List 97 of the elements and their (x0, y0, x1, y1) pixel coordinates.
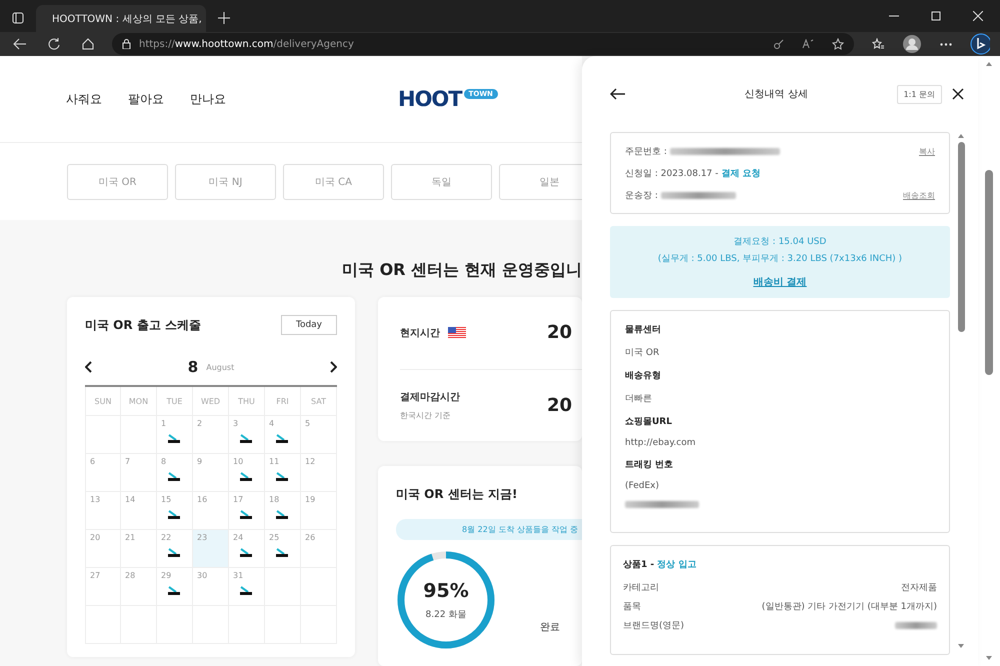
scroll-up-icon[interactable] (958, 134, 964, 138)
nav-link[interactable]: 사줘요 (66, 90, 102, 108)
time-label: 결제마감시간 (400, 390, 460, 404)
back-arrow-icon[interactable] (610, 88, 626, 100)
inquiry-button[interactable]: 1:1 문의 (896, 84, 942, 104)
day-cell[interactable]: 29 (157, 568, 193, 606)
drawer-title: 신청내역 상세 (744, 88, 809, 101)
scrollbar-thumb[interactable] (985, 170, 993, 375)
day-cell[interactable]: 3 (229, 416, 265, 454)
scrollbar-thumb[interactable] (958, 142, 964, 332)
day-cell[interactable]: 11 (265, 454, 301, 492)
day-cell[interactable]: 8 (157, 454, 193, 492)
day-cell[interactable]: 16 (193, 492, 229, 530)
day-cell[interactable]: 15 (157, 492, 193, 530)
info-value: (FedEx) (625, 481, 660, 491)
day-cell[interactable]: 26 (301, 530, 337, 568)
day-cell[interactable]: 24 (229, 530, 265, 568)
day-cell[interactable]: 6 (85, 454, 121, 492)
scroll-down-icon[interactable] (958, 644, 964, 648)
time-label: 현지시간 (400, 326, 440, 340)
star-icon[interactable] (832, 38, 844, 50)
order-label: 신청일 : 2023.08.17 - (625, 168, 718, 180)
day-cell[interactable]: 27 (85, 568, 121, 606)
nav-link[interactable]: 팔아요 (128, 90, 164, 108)
product-label: 브랜드명(영문) (623, 620, 684, 632)
day-cell[interactable]: 17 (229, 492, 265, 530)
month-number: 8 (188, 358, 198, 376)
text-link[interactable]: 배송조회 (903, 190, 935, 200)
address-field[interactable]: https://www.hoottown.com/deliveryAgency (112, 33, 854, 55)
tab-title: HOOTTOWN : 세상의 모든 상품, (52, 12, 202, 26)
day-cell[interactable]: 14 (121, 492, 157, 530)
day-cell[interactable]: 21 (121, 530, 157, 568)
product-label: 품목 (623, 601, 641, 613)
payment-weights: (실무게 : 5.00 LBS, 부피무게 : 3.20 LBS (7x13x6 INCH) ) (658, 253, 902, 265)
center-tab[interactable]: 미국 NJ (175, 164, 276, 200)
order-label: 주문번호 : (625, 146, 667, 158)
day-cell[interactable]: 22 (157, 530, 193, 568)
info-value: 미국 OR (625, 347, 660, 359)
notice-bubble: 8월 22일 도착 상품들을 작업 중 (396, 519, 582, 540)
close-icon[interactable] (952, 88, 964, 100)
text-link[interactable]: 복사 (919, 146, 935, 156)
day-cell[interactable]: 13 (85, 492, 121, 530)
copilot-icon[interactable] (970, 34, 990, 54)
profile-icon[interactable] (902, 34, 922, 54)
day-cell[interactable]: 28 (121, 568, 157, 606)
ring-caption: 8.22 화물 (426, 609, 466, 621)
day-cell[interactable]: 12 (301, 454, 337, 492)
day-cell[interactable]: 5 (301, 416, 337, 454)
center-tab[interactable]: 일본 (499, 164, 582, 200)
info-label: 쇼핑몰URL (625, 416, 673, 428)
day-cell[interactable]: 2 (193, 416, 229, 454)
time-note: 한국시간 기준 (400, 410, 452, 421)
center-tab[interactable]: 독일 (391, 164, 492, 200)
month-name: August (206, 362, 234, 372)
center-tab[interactable]: 미국 CA (283, 164, 384, 200)
percent-value: 95% (423, 580, 469, 602)
day-cell[interactable]: 31 (229, 568, 265, 606)
day-cell[interactable]: 18 (265, 492, 301, 530)
day-cell[interactable]: 7 (121, 454, 157, 492)
info-label: 배송유형 (625, 370, 662, 382)
product-value: (일반통관) 기타 가전기기 (대부분 1개까지) (762, 601, 937, 613)
payment-link[interactable]: 배송비 결제 (753, 275, 807, 289)
day-cell[interactable]: 4 (265, 416, 301, 454)
day-cell[interactable]: 1 (157, 416, 193, 454)
product-label: 카테고리 (623, 582, 659, 594)
time-value: 20 (546, 394, 572, 416)
product-status: 정상 입고 (657, 559, 696, 571)
lock-icon (122, 39, 131, 49)
order-status: 결제 요청 (721, 168, 761, 180)
day-cell[interactable]: 19 (301, 492, 337, 530)
scroll-up-icon[interactable] (986, 62, 992, 66)
key-icon[interactable] (774, 39, 784, 49)
product-value: 전자제품 (901, 582, 937, 594)
read-aloud-icon[interactable] (802, 39, 814, 49)
today-button[interactable]: Today (281, 315, 337, 335)
day-cell[interactable]: 23 (193, 530, 229, 568)
card-title: 미국 OR 출고 스케줄 (85, 316, 201, 334)
side-label: 완료 (540, 621, 560, 634)
nav-link[interactable]: 만나요 (190, 90, 226, 108)
day-cell[interactable]: 30 (193, 568, 229, 606)
time-value: 20 (546, 322, 572, 344)
info-value: http://ebay.com (625, 438, 696, 448)
scroll-down-icon[interactable] (986, 656, 992, 660)
browser-tab[interactable]: HOOTTOWN : 세상의 모든 상품, (36, 5, 206, 32)
product-title: 상품1 - (623, 559, 654, 571)
day-cell[interactable]: 9 (193, 454, 229, 492)
info-label: 물류센터 (625, 324, 662, 336)
info-value: 더빠른 (625, 393, 653, 405)
card-title: 미국 OR 센터는 지금! (396, 486, 518, 503)
status-title: 미국 OR 센터는 현재 운영중입니 (342, 260, 582, 281)
center-tab[interactable]: 미국 OR (67, 164, 168, 200)
payment-amount: 결제요청 : 15.04 USD (734, 236, 826, 248)
order-label: 운송장 : (625, 190, 658, 202)
day-cell[interactable]: 25 (265, 530, 301, 568)
info-label: 트래킹 번호 (625, 459, 674, 471)
day-cell[interactable]: 20 (85, 530, 121, 568)
day-cell[interactable]: 10 (229, 454, 265, 492)
